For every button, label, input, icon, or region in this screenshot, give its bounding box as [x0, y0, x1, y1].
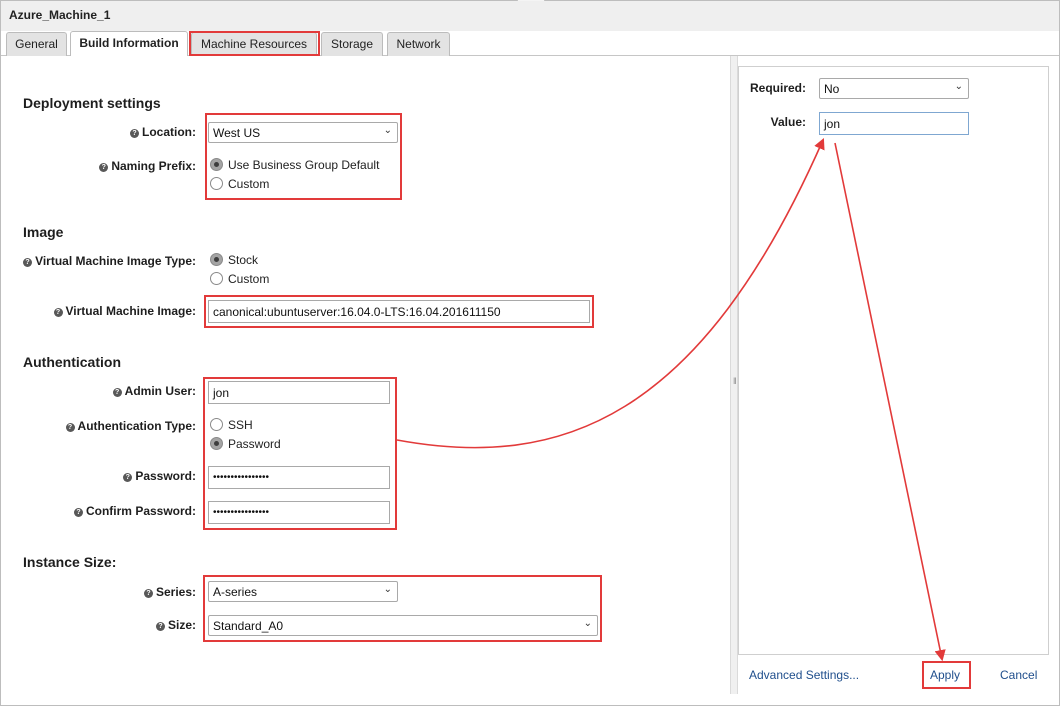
annotation-arrows — [396, 137, 946, 662]
arrow-value-to-apply — [834, 142, 946, 662]
arrow-admin-user-to-value — [396, 137, 825, 449]
